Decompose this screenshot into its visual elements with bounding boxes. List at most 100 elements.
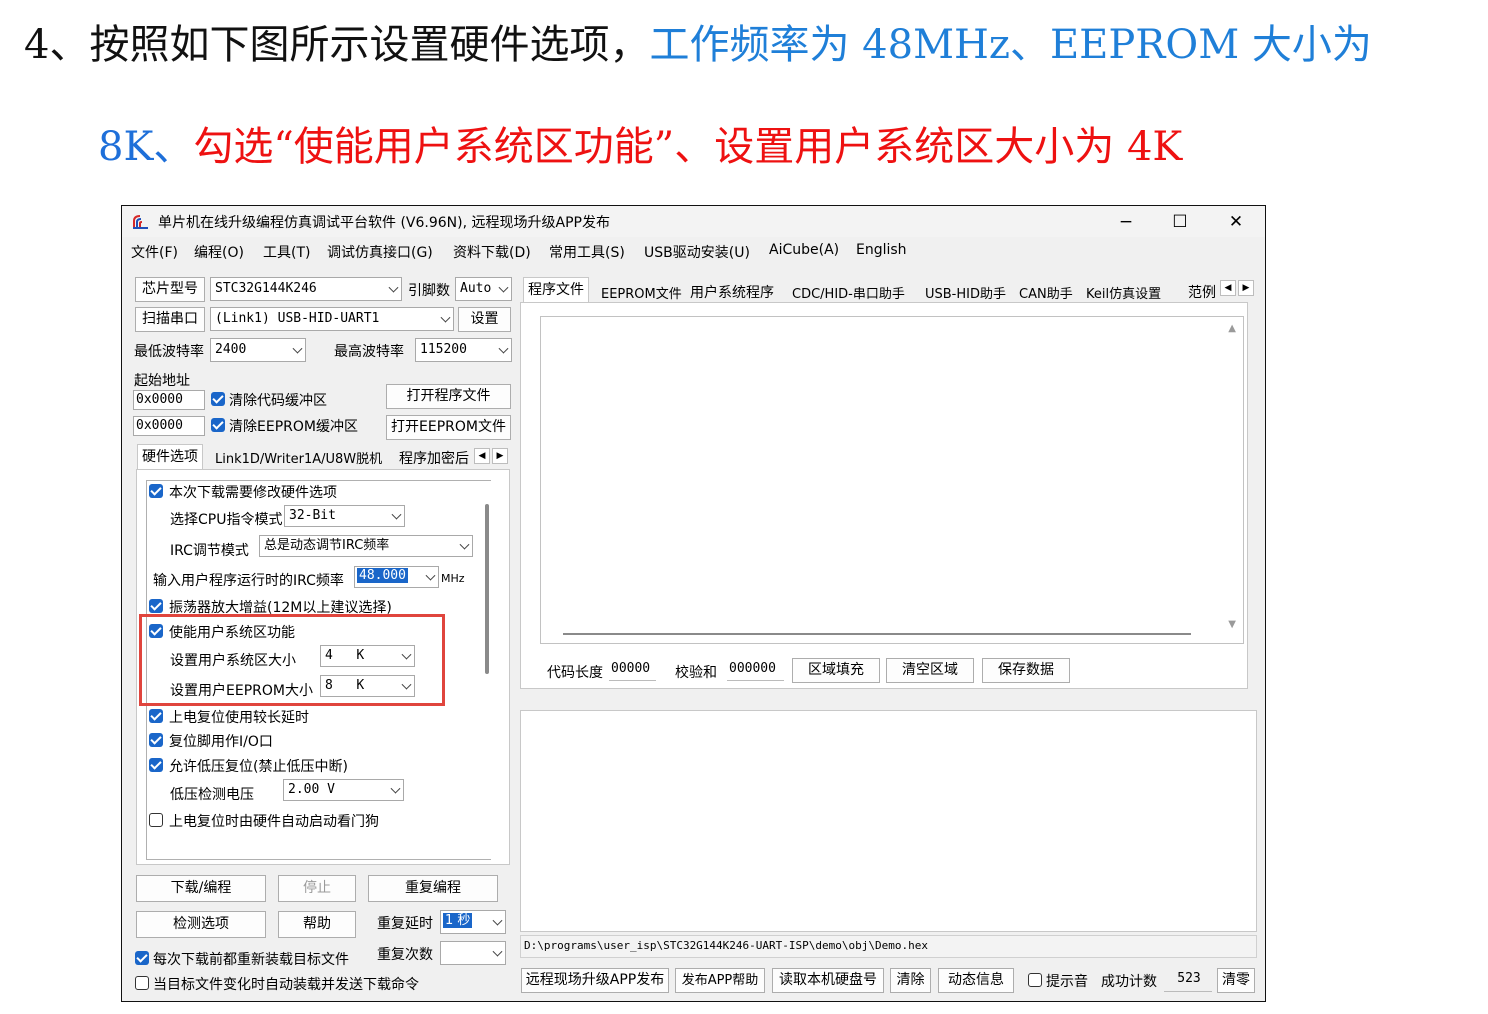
repeat-delay-select[interactable]: 1 秒 (440, 910, 506, 934)
menu-usb-driver[interactable]: USB驱动安装(U) (644, 242, 750, 262)
tab-program-encrypt[interactable]: 程序加密后 (395, 448, 473, 468)
irc-freq-unit: MHz (441, 572, 465, 585)
save-data-button[interactable]: 保存数据 (982, 658, 1070, 683)
instruction-line-1: 4、按照如下图所示设置硬件选项，工作频率为 48MHz、EEPROM 大小为 (24, 19, 1372, 71)
tab-offline-writer[interactable]: Link1D/Writer1A/U8W脱机 (211, 448, 386, 467)
read-disk-id-button[interactable]: 读取本机硬盘号 (772, 968, 884, 993)
clear-eeprom-checkbox[interactable] (211, 418, 225, 432)
success-count-value: 523 (1164, 968, 1212, 992)
menu-bar: 文件(F) 编程(O) 工具(T) 调试仿真接口(G) 资料下载(D) 常用工具… (122, 239, 1265, 263)
pin-count-select[interactable]: Auto (455, 277, 512, 301)
pin-count-label: 引脚数 (408, 283, 450, 299)
tab-scroll-left-icon[interactable]: ◀ (474, 448, 490, 464)
chip-model-select[interactable]: STC32G144K246 (210, 277, 402, 301)
check-options-button[interactable]: 检测选项 (136, 911, 266, 938)
beep-label: 提示音 (1046, 974, 1088, 990)
instruction-step: 4、按照如下图所示设置硬件选项， (24, 22, 650, 68)
need-modify-label: 本次下载需要修改硬件选项 (169, 485, 337, 501)
scroll-up-icon[interactable]: ▲ (1228, 323, 1236, 334)
repeat-program-button[interactable]: 重复编程 (368, 875, 498, 902)
reset-io-checkbox[interactable] (149, 733, 163, 747)
repeat-count-label: 重复次数 (377, 947, 433, 963)
tab-user-system-program[interactable]: 用户系统程序 (686, 282, 778, 302)
need-modify-checkbox[interactable] (149, 484, 163, 498)
publish-app-help-button[interactable]: 发布APP帮助 (675, 968, 765, 993)
tab-scroll-left-icon[interactable]: ◀ (1220, 280, 1236, 296)
menu-common-tools[interactable]: 常用工具(S) (549, 242, 625, 262)
max-baud-label: 最高波特率 (334, 344, 404, 360)
port-select[interactable]: (Link1) USB-HID-UART1 (210, 307, 454, 331)
menu-download[interactable]: 资料下载(D) (453, 242, 531, 262)
tab-can-helper[interactable]: CAN助手 (1015, 283, 1077, 302)
tab-examples[interactable]: 范例 (1184, 282, 1220, 302)
scroll-down-icon[interactable]: ▼ (1228, 619, 1236, 630)
download-program-button[interactable]: 下载/编程 (136, 875, 266, 902)
watchdog-checkbox[interactable] (149, 813, 163, 827)
reload-each-checkbox[interactable] (135, 951, 149, 965)
remote-app-publish-button[interactable]: 远程现场升级APP发布 (521, 968, 669, 993)
clear-area-button[interactable]: 清空区域 (886, 658, 974, 683)
irc-freq-label: 输入用户程序运行时的IRC频率 (153, 573, 344, 589)
log-area[interactable] (520, 710, 1257, 932)
menu-aicube[interactable]: AiCube(A) (769, 242, 839, 258)
clear-code-checkbox[interactable] (211, 392, 225, 406)
minimize-button[interactable]: − (1106, 209, 1146, 235)
open-eeprom-button[interactable]: 打开EEPROM文件 (386, 415, 511, 440)
beep-checkbox[interactable] (1028, 973, 1042, 987)
chevron-down-icon (390, 783, 401, 794)
maximize-button[interactable]: ☐ (1160, 209, 1200, 235)
dynamic-info-button[interactable]: 动态信息 (938, 968, 1014, 993)
tab-scroll-right-icon[interactable]: ▶ (492, 448, 508, 464)
port-settings-button[interactable]: 设置 (458, 307, 511, 332)
long-delay-checkbox[interactable] (149, 709, 163, 723)
tab-usb-hid-helper[interactable]: USB-HID助手 (921, 283, 1010, 302)
close-button[interactable]: ✕ (1216, 209, 1256, 235)
file-path-bar: D:\programs\user_isp\STC32G144K246-UART-… (520, 935, 1257, 958)
min-baud-select[interactable]: 2400 (210, 338, 306, 362)
stop-button[interactable]: 停止 (278, 875, 356, 902)
menu-english[interactable]: English (856, 242, 907, 258)
tab-scroll-right-icon[interactable]: ▶ (1238, 280, 1254, 296)
open-program-button[interactable]: 打开程序文件 (386, 384, 511, 409)
low-volt-reset-checkbox[interactable] (149, 758, 163, 772)
options-scrollbar[interactable] (485, 504, 489, 674)
low-volt-select[interactable]: 2.00 V (283, 779, 404, 801)
menu-tools[interactable]: 工具(T) (263, 242, 310, 262)
help-button[interactable]: 帮助 (278, 911, 356, 938)
irc-mode-value: 总是动态调节IRC频率 (264, 538, 390, 553)
app-window: 单片机在线升级编程仿真调试平台软件 (V6.96N), 远程现场升级APP发布 … (121, 205, 1266, 1002)
osc-gain-checkbox[interactable] (149, 599, 163, 613)
low-volt-value: 2.00 V (288, 782, 335, 797)
tab-program-file[interactable]: 程序文件 (523, 277, 589, 303)
irc-mode-select[interactable]: 总是动态调节IRC频率 (259, 535, 473, 557)
success-count-label: 成功计数 (1101, 974, 1157, 990)
chevron-down-icon (492, 946, 503, 957)
reset-count-button[interactable]: 清零 (1217, 968, 1255, 993)
tab-hardware-options[interactable]: 硬件选项 (137, 444, 203, 469)
repeat-count-select[interactable] (440, 941, 506, 965)
code-start-address-input[interactable]: 0x0000 (133, 390, 205, 410)
cpu-mode-value: 32-Bit (289, 508, 336, 523)
tab-keil-sim[interactable]: Keil仿真设置 (1082, 283, 1165, 302)
fill-area-button[interactable]: 区域填充 (792, 658, 880, 683)
checksum-value: 000000 (727, 659, 784, 681)
auto-reload-checkbox[interactable] (135, 976, 149, 990)
menu-program[interactable]: 编程(O) (194, 242, 244, 262)
horizontal-scrollbar[interactable] (563, 633, 1191, 635)
scan-port-button[interactable]: 扫描串口 (135, 307, 205, 332)
menu-debug[interactable]: 调试仿真接口(G) (327, 242, 433, 262)
cpu-mode-select[interactable]: 32-Bit (284, 505, 405, 527)
tab-eeprom-file[interactable]: EEPROM文件 (597, 283, 686, 302)
menu-file[interactable]: 文件(F) (131, 242, 178, 262)
tab-cdc-hid-serial[interactable]: CDC/HID-串口助手 (788, 283, 909, 302)
pin-count-value: Auto (460, 281, 492, 296)
repeat-delay-label: 重复延时 (377, 916, 433, 932)
chip-model-button[interactable]: 芯片型号 (135, 277, 205, 302)
chevron-down-icon (388, 282, 399, 293)
eeprom-start-address-input[interactable]: 0x0000 (133, 416, 205, 436)
irc-freq-select[interactable]: 48.000 (354, 566, 439, 588)
file-path-text: D:\programs\user_isp\STC32G144K246-UART-… (524, 939, 928, 952)
max-baud-select[interactable]: 115200 (415, 338, 512, 362)
clear-log-button[interactable]: 清除 (890, 968, 931, 993)
clear-eeprom-label: 清除EEPROM缓冲区 (229, 419, 358, 435)
